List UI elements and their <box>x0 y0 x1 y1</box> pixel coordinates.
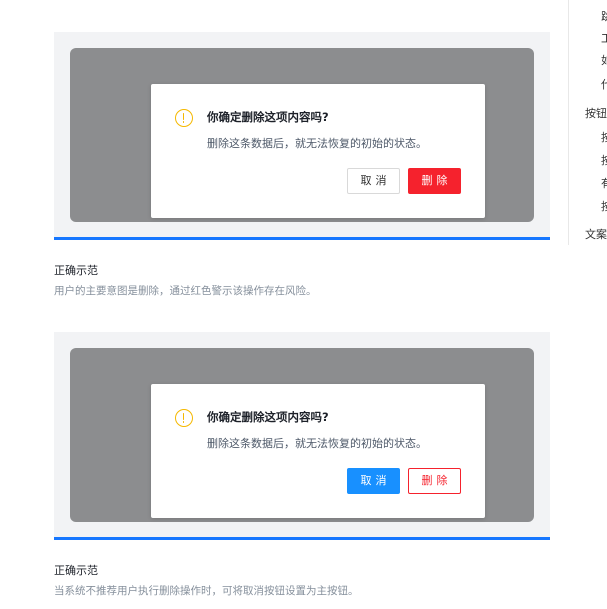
example-cancel-primary: 你确定删除这项内容吗? 删除这条数据后，就无法恢复的初始的状态。 取消 删除 正… <box>54 332 550 598</box>
caption-description: 当系统不推荐用户执行删除操作时，可将取消按钮设置为主按钮。 <box>54 585 359 597</box>
toc-item[interactable]: 按钮 <box>585 105 607 121</box>
delete-button[interactable]: 删除 <box>408 168 461 194</box>
dialog-title: 你确定删除这项内容吗? <box>207 410 329 424</box>
toc-item[interactable]: 跳 <box>601 8 607 24</box>
modal-mask: 你确定删除这项内容吗? 删除这条数据后，就无法恢复的初始的状态。 取消 删除 <box>70 48 534 222</box>
delete-button[interactable]: 删除 <box>408 468 461 494</box>
example-preview: 你确定删除这项内容吗? 删除这条数据后，就无法恢复的初始的状态。 取消 删除 <box>54 32 550 237</box>
cancel-button[interactable]: 取消 <box>347 468 400 494</box>
toc-item[interactable]: 按 <box>601 198 607 214</box>
caption-description: 用户的主要意图是删除，通过红色警示该操作存在风险。 <box>54 285 317 297</box>
toc-item[interactable]: 如 <box>601 52 607 68</box>
dialog-description: 删除这条数据后，就无法恢复的初始的状态。 <box>207 137 427 150</box>
confirm-dialog: 你确定删除这项内容吗? 删除这条数据后，就无法恢复的初始的状态。 取消 删除 <box>151 84 485 218</box>
cancel-button[interactable]: 取消 <box>347 168 400 194</box>
caption-title: 正确示范 <box>54 264 98 277</box>
toc-item[interactable]: 有 <box>601 175 607 191</box>
toc-item[interactable]: 按 <box>601 152 607 168</box>
confirm-dialog: 你确定删除这项内容吗? 删除这条数据后，就无法恢复的初始的状态。 取消 删除 <box>151 384 485 518</box>
toc-item[interactable]: 代 <box>601 76 607 92</box>
dialog-description: 删除这条数据后，就无法恢复的初始的状态。 <box>207 437 427 450</box>
dialog-title: 你确定删除这项内容吗? <box>207 110 329 124</box>
example-accent-bar <box>54 237 550 240</box>
warning-icon <box>175 109 193 127</box>
example-preview: 你确定删除这项内容吗? 删除这条数据后，就无法恢复的初始的状态。 取消 删除 <box>54 332 550 537</box>
toc-item[interactable]: 按 <box>601 129 607 145</box>
toc-item[interactable]: 工 <box>601 30 607 46</box>
modal-mask: 你确定删除这项内容吗? 删除这条数据后，就无法恢复的初始的状态。 取消 删除 <box>70 348 534 522</box>
warning-icon <box>175 409 193 427</box>
toc-sidebar: 跳 工 如 代 按钮 按 按 有 按 文案 <box>568 0 607 245</box>
example-accent-bar <box>54 537 550 540</box>
example-danger-primary: 你确定删除这项内容吗? 删除这条数据后，就无法恢复的初始的状态。 取消 删除 正… <box>54 32 550 298</box>
caption-title: 正确示范 <box>54 564 98 577</box>
toc-item[interactable]: 文案 <box>585 226 607 242</box>
